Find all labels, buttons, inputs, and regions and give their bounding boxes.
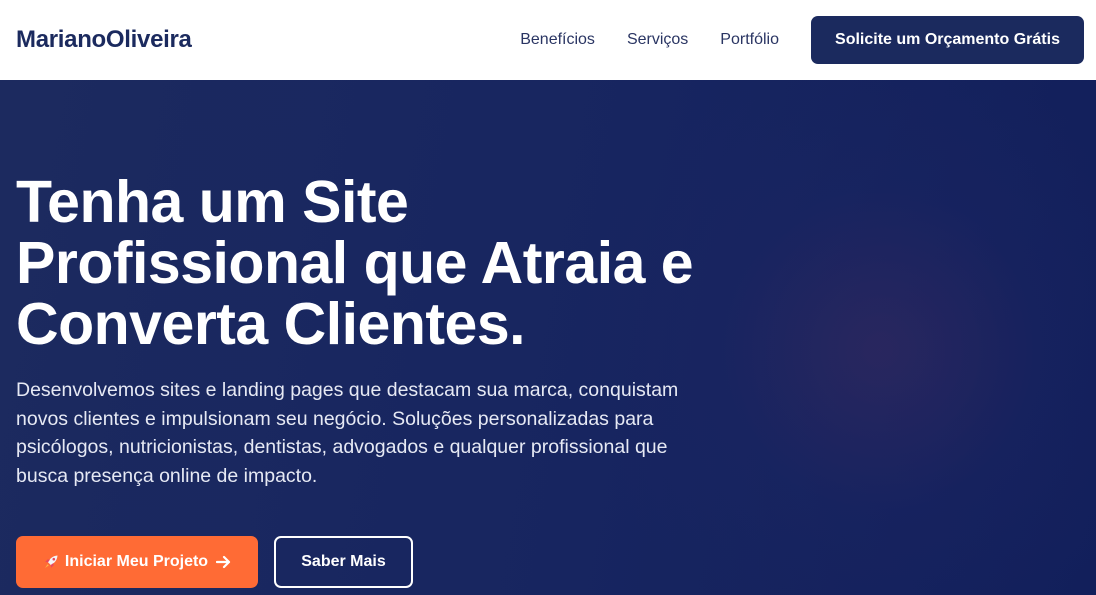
main-nav: Benefícios Serviços Portfólio Solicite u… bbox=[520, 16, 1084, 64]
nav-link-beneficios[interactable]: Benefícios bbox=[520, 31, 595, 49]
hero-title: Tenha um Site Profissional que Atraia e … bbox=[16, 172, 776, 355]
nav-link-servicos[interactable]: Serviços bbox=[627, 31, 688, 49]
hero-subtitle-line-4: busca presença online de impacto. bbox=[16, 464, 318, 487]
hero-title-line-2: Profissional que Atraia e bbox=[16, 230, 694, 296]
start-project-button[interactable]: Iniciar Meu Projeto bbox=[16, 536, 258, 588]
hero-title-line-3: Converta Clientes. bbox=[16, 291, 526, 357]
request-quote-button[interactable]: Solicite um Orçamento Grátis bbox=[811, 16, 1084, 64]
start-project-label: Iniciar Meu Projeto bbox=[64, 553, 209, 570]
site-header: MarianoOliveira Benefícios Serviços Port… bbox=[0, 0, 1096, 80]
hero-subtitle-line-2: novos clientes e impulsionam seu negócio… bbox=[16, 407, 654, 430]
hero-title-line-1: Tenha um Site bbox=[16, 169, 409, 235]
hero-subtitle-line-1: Desenvolvemos sites e landing pages que … bbox=[16, 379, 679, 401]
site-logo[interactable]: MarianoOliveira bbox=[16, 26, 192, 54]
hero-subtitle: Desenvolvemos sites e landing pages que … bbox=[16, 376, 756, 490]
learn-more-button[interactable]: Saber Mais bbox=[274, 536, 413, 588]
rocket-icon bbox=[43, 554, 59, 570]
hero-subtitle-line-3: psicólogos, nutricionistas, dentistas, a… bbox=[16, 436, 668, 458]
hero-section: Tenha um Site Profissional que Atraia e … bbox=[0, 80, 1096, 595]
nav-link-portfolio[interactable]: Portfólio bbox=[720, 31, 779, 49]
arrow-right-icon bbox=[216, 555, 231, 569]
